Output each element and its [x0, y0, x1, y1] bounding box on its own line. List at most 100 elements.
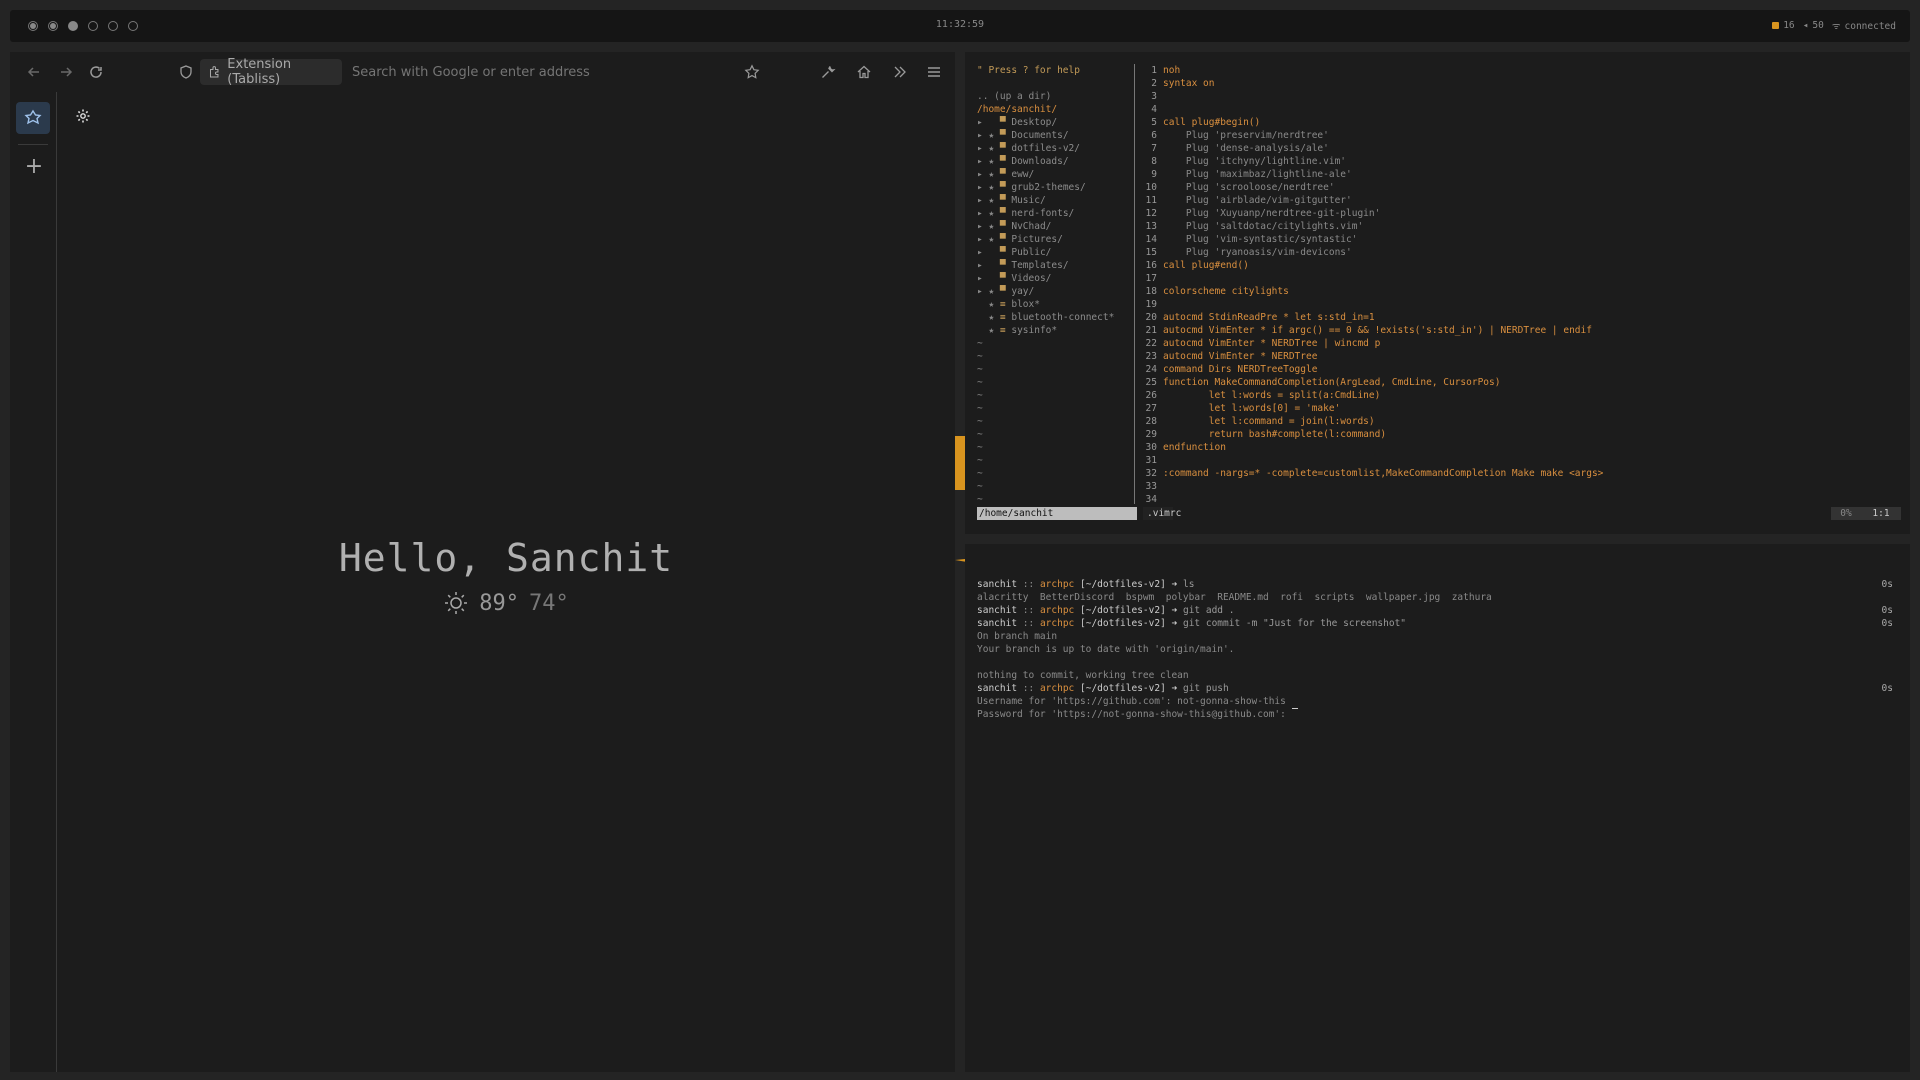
nerdtree-panel[interactable]: " Press ? for help .. (up a dir) /home/s…	[977, 64, 1135, 504]
speaker-icon: ◂	[1802, 20, 1809, 31]
output-text: Password for 'https://not-gonna-show-thi…	[977, 709, 1292, 720]
terminal-prompt-line: sanchit :: archpc [~/dotfiles-v2] ➜ ls 0s	[977, 578, 1897, 591]
home-icon	[857, 65, 871, 79]
folder-icon: ▀	[999, 234, 1012, 245]
code-line: 6 Plug 'preservim/nerdtree'	[1141, 129, 1901, 142]
line-number: 30	[1145, 442, 1157, 453]
focus-accent-bar	[955, 436, 965, 490]
tree-item-name: dotfiles-v2/	[1011, 143, 1080, 154]
tree-item-marker: ▸	[977, 273, 1000, 284]
reload-button[interactable]	[84, 60, 108, 84]
line-number: 27	[1145, 403, 1157, 414]
line-text: colorscheme citylights	[1163, 286, 1289, 297]
tree-item[interactable]: ▸ ★ ▀ Pictures/	[977, 233, 1134, 246]
tree-item[interactable]: ▸ ★ ▀ Documents/	[977, 129, 1134, 142]
code-editor[interactable]: 1 noh 2 syntax on 3 4 5 call plug#begin() 6 Plug…	[1141, 64, 1901, 504]
prompt-dir: [~/dotfiles-v2]	[1080, 618, 1166, 629]
overflow-button[interactable]	[888, 60, 912, 84]
tree-item-marker: ▸	[977, 247, 1000, 258]
tree-item[interactable]: ▸ ▀ Videos/	[977, 272, 1134, 285]
tools-button[interactable]	[816, 60, 840, 84]
prompt-sep: ::	[1017, 579, 1040, 590]
tree-item[interactable]: ▸ ★ ▀ nerd-fonts/	[977, 207, 1134, 220]
tree-item-name: Pictures/	[1011, 234, 1063, 245]
tree-item[interactable]: ▸ ★ ▀ dotfiles-v2/	[977, 142, 1134, 155]
code-line: 9 Plug 'maximbaz/lightline-ale'	[1141, 168, 1901, 181]
vim-window[interactable]: " Press ? for help .. (up a dir) /home/s…	[965, 52, 1910, 534]
tree-item[interactable]: ★ ≡ bluetooth-connect*	[977, 311, 1134, 324]
home-button[interactable]	[852, 60, 876, 84]
tree-item[interactable]: ▸ ★ ▀ NvChad/	[977, 220, 1134, 233]
tree-item[interactable]: ▸ ★ ▀ eww/	[977, 168, 1134, 181]
code-line: 10 Plug 'scrooloose/nerdtree'	[1141, 181, 1901, 194]
command-duration: 0s	[1881, 618, 1893, 629]
tree-up-dir[interactable]: .. (up a dir)	[977, 90, 1134, 103]
browser-toolbar: Extension (Tabliss)	[10, 52, 955, 92]
prompt-user: sanchit	[977, 579, 1018, 590]
code-line: 11 Plug 'airblade/vim-gitgutter'	[1141, 194, 1901, 207]
package-icon	[1772, 22, 1780, 29]
prompt-host: archpc	[1039, 618, 1075, 629]
line-number: 20	[1145, 312, 1157, 323]
forward-button[interactable]	[54, 60, 78, 84]
code-line: 4	[1141, 103, 1901, 116]
tilde-line: ~	[977, 403, 983, 414]
folder-icon: ▀	[999, 208, 1012, 219]
tree-item[interactable]: ▸ ★ ▀ Downloads/	[977, 155, 1134, 168]
tree-item[interactable]: ▸ ★ ▀ yay/	[977, 285, 1134, 298]
line-number: 10	[1145, 182, 1157, 193]
tilde-line: ~	[977, 468, 983, 479]
tilde-line: ~	[977, 429, 983, 440]
terminal-output[interactable]: sanchit :: archpc [~/dotfiles-v2] ➜ ls 0s…	[977, 578, 1897, 721]
tree-item-name: blox*	[1011, 299, 1040, 310]
menu-button[interactable]	[922, 60, 946, 84]
new-tab-button[interactable]: +	[22, 156, 46, 180]
line-number: 29	[1145, 429, 1157, 440]
tree-item[interactable]: ▸ ▀ Public/	[977, 246, 1134, 259]
updates-count: 16	[1783, 20, 1795, 31]
line-text: let l:words = split(a:CmdLine)	[1163, 390, 1381, 401]
terminal-window[interactable]: sanchit :: archpc [~/dotfiles-v2] ➜ ls 0s…	[965, 544, 1910, 1072]
settings-button[interactable]	[73, 106, 93, 126]
code-line: 2 syntax on	[1141, 77, 1901, 90]
line-text: :command -nargs=* -complete=customlist,M…	[1163, 468, 1604, 479]
line-number: 1	[1151, 65, 1157, 76]
tilde-line: ~	[977, 351, 983, 362]
tab-sidebar: +	[10, 92, 57, 1072]
back-button[interactable]	[22, 60, 46, 84]
folder-icon: ▀	[999, 195, 1012, 206]
prompt-user: sanchit	[977, 683, 1018, 694]
folder-icon: ▀	[999, 286, 1012, 297]
network-status: connected	[1844, 21, 1896, 32]
line-number: 3	[1151, 91, 1157, 102]
prompt-command: git add .	[1182, 605, 1235, 616]
extension-identity-pill[interactable]: Extension (Tabliss)	[200, 57, 342, 87]
folder-icon: ▀	[999, 260, 1012, 271]
tree-item[interactable]: ★ ≡ sysinfo*	[977, 324, 1134, 337]
code-line: 34	[1141, 493, 1901, 504]
tree-item[interactable]: ▸ ▀ Templates/	[977, 259, 1134, 272]
line-text: Plug 'vim-syntastic/syntastic'	[1163, 234, 1358, 245]
terminal-output-line: nothing to commit, working tree clean	[977, 669, 1897, 682]
tree-item-name: Public/	[1011, 247, 1052, 258]
sidebar-tab-tabliss[interactable]	[16, 102, 50, 134]
tilde-line: ~	[977, 455, 983, 466]
tree-item[interactable]: ▸ ★ ▀ Music/	[977, 194, 1134, 207]
tree-item[interactable]: ▸ ▀ Desktop/	[977, 116, 1134, 129]
address-bar[interactable]	[352, 60, 622, 84]
code-line: 26 let l:words = split(a:CmdLine)	[1141, 389, 1901, 402]
tree-item[interactable]: ★ ≡ blox*	[977, 298, 1134, 311]
tree-item-marker: ★	[977, 312, 1000, 323]
line-number: 5	[1151, 117, 1157, 128]
tilde-line: ~	[977, 442, 983, 453]
tree-item[interactable]: ▸ ★ ▀ grub2-themes/	[977, 181, 1134, 194]
line-number: 17	[1145, 273, 1157, 284]
statusline-spacer	[1173, 507, 1831, 520]
tracking-protection-button[interactable]	[174, 60, 198, 84]
tree-item-name: Documents/	[1011, 130, 1069, 141]
prompt-command: ls	[1182, 579, 1195, 590]
bookmark-button[interactable]	[740, 60, 764, 84]
prompt-arrow: ➜	[1165, 605, 1183, 616]
code-line: 32:command -nargs=* -complete=customlist…	[1141, 467, 1901, 480]
